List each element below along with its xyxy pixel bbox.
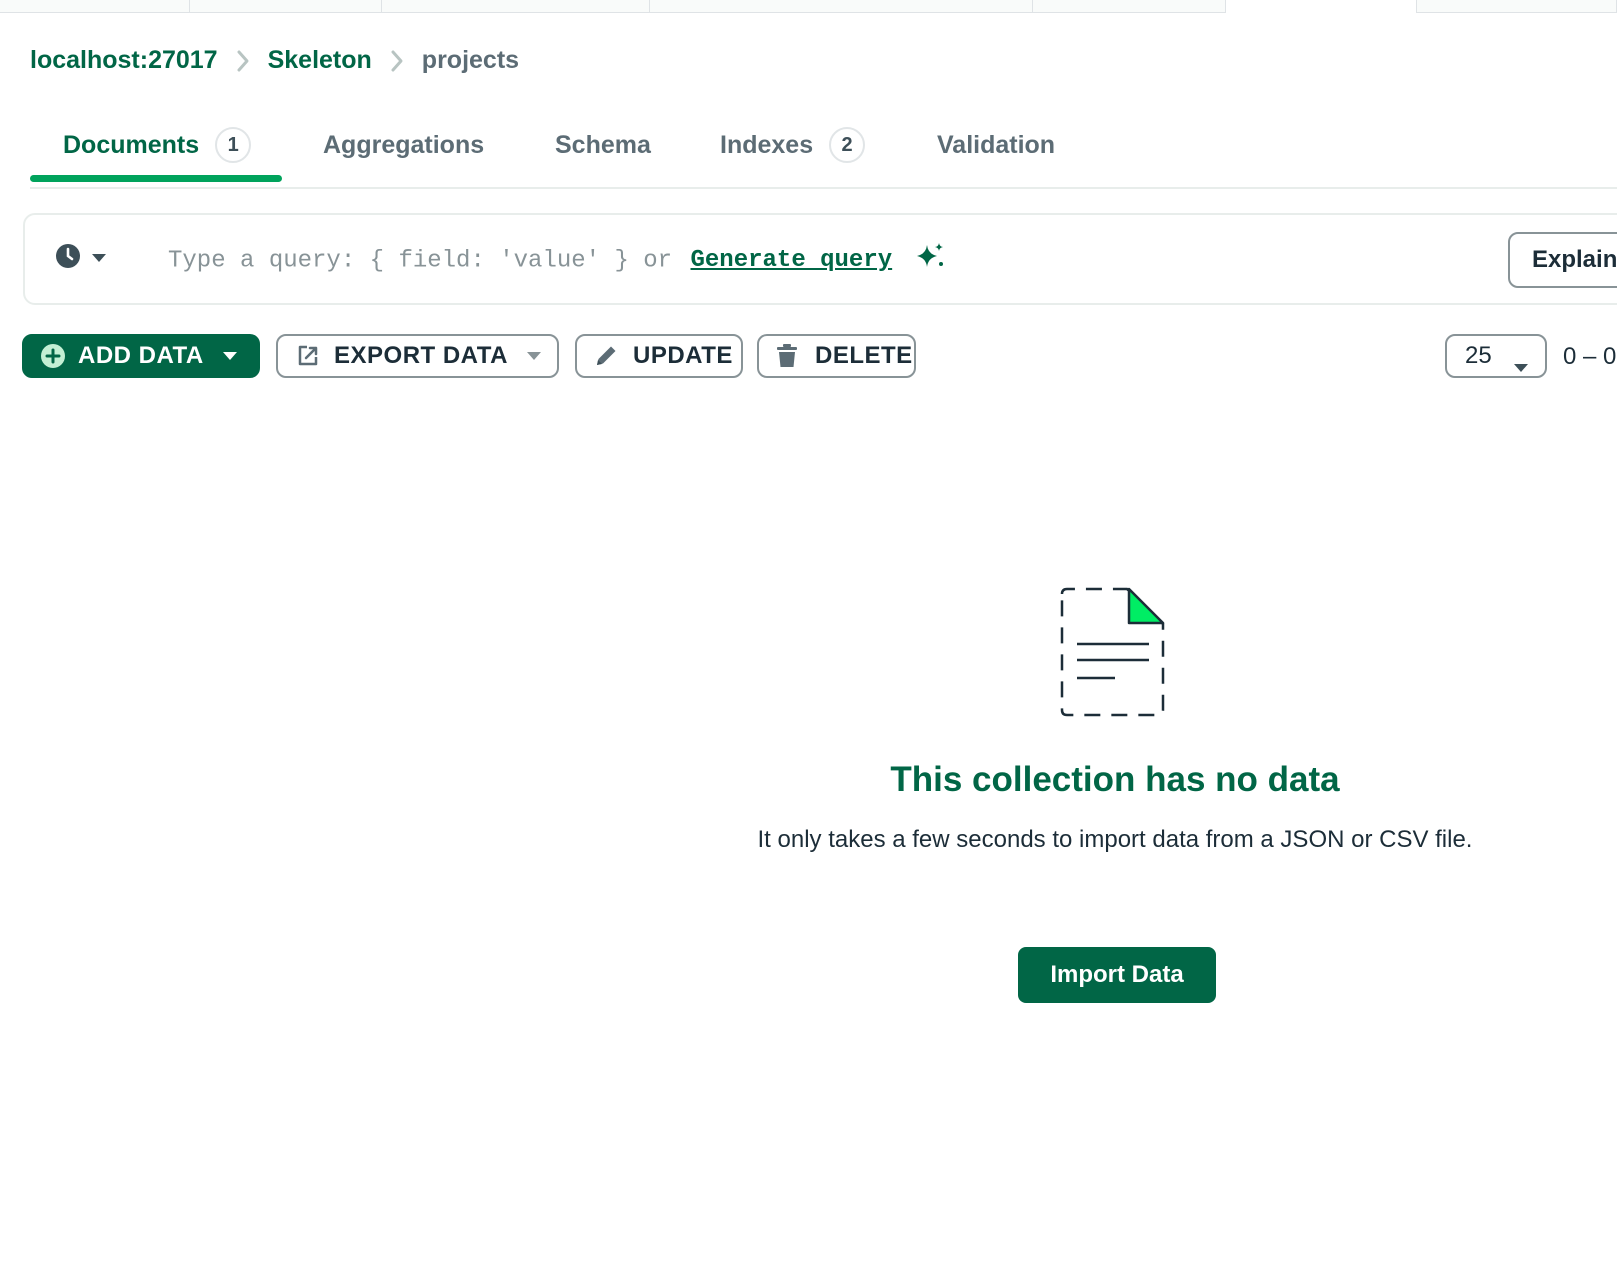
query-placeholder: Type a query: { field: 'value' } or xyxy=(168,247,673,275)
pencil-icon xyxy=(593,343,619,369)
workspace-tab[interactable] xyxy=(1033,0,1226,13)
tab-validation[interactable]: Validation xyxy=(937,123,1055,167)
plus-circle-icon xyxy=(40,343,66,369)
breadcrumb-database[interactable]: Skeleton xyxy=(268,46,372,75)
import-data-button[interactable]: Import Data xyxy=(1018,947,1216,1003)
breadcrumb: localhost:27017 Skeleton projects xyxy=(30,46,519,75)
empty-state-description: It only takes a few seconds to import da… xyxy=(757,826,1473,853)
tab-label: Schema xyxy=(555,130,651,159)
sparkle-icon xyxy=(915,241,945,279)
page-size-value: 25 xyxy=(1465,342,1492,369)
workspace-tab[interactable] xyxy=(0,0,190,13)
tab-indexes[interactable]: Indexes 2 xyxy=(720,123,866,167)
tab-label: Indexes xyxy=(720,130,814,159)
tab-label: Validation xyxy=(937,130,1056,159)
tab-schema[interactable]: Schema xyxy=(555,123,651,167)
workspace-tab[interactable] xyxy=(190,0,382,13)
add-data-label: ADD DATA xyxy=(78,342,204,369)
update-label: UPDATE xyxy=(633,342,733,369)
workspace-tabs xyxy=(0,0,1617,13)
compass-collection-view: localhost:27017 Skeleton projects Docume… xyxy=(0,0,1617,1265)
tab-label: Aggregations xyxy=(323,130,485,159)
caret-down-icon xyxy=(526,351,542,361)
chevron-right-icon xyxy=(230,48,256,74)
breadcrumb-collection: projects xyxy=(421,46,520,74)
update-button[interactable]: UPDATE xyxy=(575,334,743,378)
workspace-tab[interactable] xyxy=(1417,0,1617,13)
workspace-tab-active[interactable] xyxy=(1226,0,1417,13)
tab-label: Documents xyxy=(63,130,200,159)
page-size-select[interactable]: 25 xyxy=(1445,334,1547,378)
explain-button[interactable]: Explain xyxy=(1508,232,1617,288)
count-badge: 1 xyxy=(215,127,252,163)
collection-tabs: Documents 1 Aggregations Schema Indexes … xyxy=(30,113,1617,189)
caret-down-icon xyxy=(1513,352,1529,380)
trash-icon xyxy=(775,343,799,369)
caret-down-icon xyxy=(91,250,107,268)
breadcrumb-host[interactable]: localhost:27017 xyxy=(30,46,218,75)
clock-icon xyxy=(55,243,81,274)
empty-state-title: This collection has no data xyxy=(890,760,1340,799)
export-data-label: EXPORT DATA xyxy=(334,342,508,369)
caret-down-icon xyxy=(222,351,238,361)
empty-document-icon xyxy=(1059,586,1169,723)
active-tab-indicator xyxy=(30,175,282,182)
query-history-button[interactable] xyxy=(55,243,107,274)
add-data-button[interactable]: ADD DATA xyxy=(22,334,260,378)
export-icon xyxy=(296,344,320,368)
export-data-button[interactable]: EXPORT DATA xyxy=(276,334,559,378)
generate-query-link[interactable]: Generate query xyxy=(691,247,893,274)
chevron-right-icon xyxy=(384,48,410,74)
query-input[interactable]: Type a query: { field: 'value' } or Gene… xyxy=(168,241,945,279)
query-bar: Type a query: { field: 'value' } or Gene… xyxy=(23,213,1617,305)
delete-button[interactable]: DELETE xyxy=(757,334,916,378)
pagination-range: 0 – 0 xyxy=(1563,343,1617,370)
tab-documents[interactable]: Documents 1 xyxy=(63,123,252,167)
workspace-tab[interactable] xyxy=(382,0,650,13)
count-badge: 2 xyxy=(829,127,866,163)
delete-label: DELETE xyxy=(815,342,913,369)
tab-aggregations[interactable]: Aggregations xyxy=(323,123,484,167)
workspace-tab[interactable] xyxy=(650,0,1033,13)
